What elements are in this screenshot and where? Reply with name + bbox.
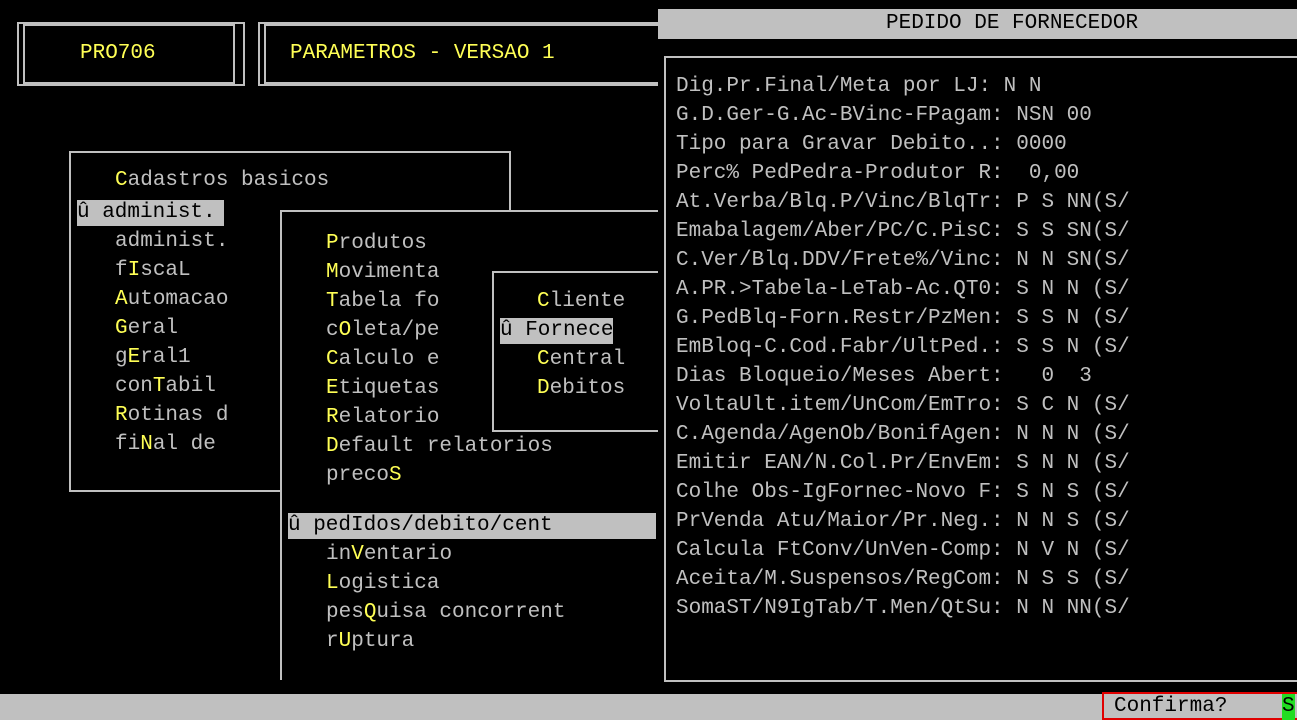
param-value[interactable]: N S S (S/	[1004, 568, 1129, 591]
menu-item-geral[interactable]: Geral	[115, 316, 178, 342]
param-label: Dias Bloqueio/Meses Abert:	[676, 365, 1004, 388]
param-value[interactable]: S S N (S/	[1004, 336, 1129, 359]
param-label: PrVenda Atu/Maior/Pr.Neg.:	[676, 510, 1004, 533]
param-value[interactable]: S S SN(S/	[1004, 220, 1129, 243]
third-item-central[interactable]: Central	[537, 347, 625, 373]
param-row: C.Ver/Blq.DDV/Frete%/Vinc: N N SN(S/	[676, 248, 1130, 274]
param-label: Aceita/M.Suspensos/RegCom:	[676, 568, 1004, 591]
menu-item-cadastros[interactable]: Cadastros basicos	[115, 168, 329, 194]
param-value[interactable]: N V N (S/	[1004, 539, 1129, 562]
sub-item-ruptura[interactable]: rUptura	[326, 629, 414, 655]
confirm-input[interactable]: S	[1282, 694, 1295, 720]
param-row: EmBloq-C.Cod.Fabr/UltPed.: S S N (S/	[676, 335, 1130, 361]
param-row: Dig.Pr.Final/Meta por LJ: N N	[676, 74, 1041, 100]
sub-item-calculo[interactable]: Calculo e	[326, 347, 439, 373]
param-row: Emabalagem/Aber/PC/C.PisC: S S SN(S/	[676, 219, 1130, 245]
confirm-box: Confirma? S	[1102, 692, 1297, 720]
param-row: Perc% PedPedra-Produtor R: 0,00	[676, 161, 1079, 187]
param-label: C.Agenda/AgenOb/BonifAgen:	[676, 423, 1004, 446]
param-label: A.PR.>Tabela-LeTab-Ac.QT0:	[676, 278, 1004, 301]
param-row: Aceita/M.Suspensos/RegCom: N S S (S/	[676, 567, 1130, 593]
param-row: Emitir EAN/N.Col.Pr/EnvEm: S N N (S/	[676, 451, 1130, 477]
param-row: C.Agenda/AgenOb/BonifAgen: N N N (S/	[676, 422, 1130, 448]
param-label: Tipo para Gravar Debito..:	[676, 133, 1004, 156]
param-value[interactable]: S N N (S/	[1004, 278, 1129, 301]
param-row: VoltaUlt.item/UnCom/EmTro: S C N (S/	[676, 393, 1130, 419]
param-label: Colhe Obs-IgFornec-Novo F:	[676, 481, 1004, 504]
param-row: G.PedBlq-Forn.Restr/PzMen: S S N (S/	[676, 306, 1130, 332]
param-value[interactable]: N N SN(S/	[1004, 249, 1129, 272]
third-item-fornece-selected[interactable]: û Fornece	[500, 318, 614, 344]
param-label: VoltaUlt.item/UnCom/EmTro:	[676, 394, 1004, 417]
param-value[interactable]: N N	[991, 75, 1042, 98]
menu-item-administ-selected[interactable]: û administ.	[77, 200, 224, 226]
sub-item-relatorio[interactable]: Relatorio	[326, 405, 439, 431]
third-item-cliente[interactable]: Cliente	[537, 289, 625, 315]
sub-item-movimenta[interactable]: Movimenta	[326, 260, 439, 286]
param-value[interactable]: 0 3	[1004, 365, 1091, 388]
param-row: PrVenda Atu/Maior/Pr.Neg.: N N S (S/	[676, 509, 1130, 535]
window-title: PEDIDO DE FORNECEDOR	[886, 12, 1139, 35]
param-label: Dig.Pr.Final/Meta por LJ:	[676, 75, 992, 98]
param-label: Calcula FtConv/UnVen-Comp:	[676, 539, 1004, 562]
param-value[interactable]: N N S (S/	[1004, 510, 1129, 533]
sub-item-pesquisa[interactable]: pesQuisa concorrent	[326, 600, 565, 626]
param-value[interactable]: NSN 00	[1004, 104, 1092, 127]
param-label: EmBloq-C.Cod.Fabr/UltPed.:	[676, 336, 1004, 359]
sub-item-produtos[interactable]: Produtos	[326, 231, 427, 257]
module-title: PARAMETROS - VERSAO 1	[290, 42, 555, 65]
param-row: Calcula FtConv/UnVen-Comp: N V N (S/	[676, 538, 1130, 564]
menu-item-automacao[interactable]: Automacao	[115, 287, 228, 313]
param-row: Colhe Obs-IgFornec-Novo F: S N S (S/	[676, 480, 1130, 506]
menu-item-administ[interactable]: administ.	[115, 229, 228, 255]
param-value[interactable]: 0,00	[1004, 162, 1079, 185]
sub-item-coleta[interactable]: cOleta/pe	[326, 318, 439, 344]
param-label: SomaST/N9IgTab/T.Men/QtSu:	[676, 597, 1004, 620]
sub-item-default-relatorios[interactable]: Default relatorios	[326, 434, 553, 460]
param-row: G.D.Ger-G.Ac-BVinc-FPagam: NSN 00	[676, 103, 1092, 129]
param-value[interactable]: S N S (S/	[1004, 481, 1129, 504]
sub-item-pedidos-selected[interactable]: û pedIdos/debito/cent	[288, 513, 656, 539]
param-value[interactable]: N N N (S/	[1004, 423, 1129, 446]
param-label: G.D.Ger-G.Ac-BVinc-FPagam:	[676, 104, 1004, 127]
param-value[interactable]: P S NN(S/	[1004, 191, 1129, 214]
param-value[interactable]: S S N (S/	[1004, 307, 1129, 330]
sub-item-tabela[interactable]: Tabela fo	[326, 289, 439, 315]
param-label: G.PedBlq-Forn.Restr/PzMen:	[676, 307, 1004, 330]
menu-item-fiscal[interactable]: fIscaL	[115, 258, 191, 284]
program-code: PRO706	[80, 42, 156, 65]
menu-item-geral1[interactable]: gEral1	[115, 345, 191, 371]
param-value[interactable]: 0000	[1004, 133, 1066, 156]
sub-item-etiquetas[interactable]: Etiquetas	[326, 376, 439, 402]
param-row: Dias Bloqueio/Meses Abert: 0 3	[676, 364, 1092, 390]
third-item-debitos[interactable]: Debitos	[537, 376, 625, 402]
sub-item-inventario[interactable]: inVentario	[326, 542, 452, 568]
menu-item-rotinas[interactable]: Rotinas d	[115, 403, 228, 429]
param-label: Emabalagem/Aber/PC/C.PisC:	[676, 220, 1004, 243]
param-value[interactable]: N N NN(S/	[1004, 597, 1129, 620]
sub-item-precos[interactable]: precoS	[326, 463, 402, 489]
param-label: At.Verba/Blq.P/Vinc/BlqTr:	[676, 191, 1004, 214]
param-value[interactable]: S N N (S/	[1004, 452, 1129, 475]
confirm-prompt: Confirma?	[1114, 695, 1228, 718]
param-row: A.PR.>Tabela-LeTab-Ac.QT0: S N N (S/	[676, 277, 1130, 303]
param-row: Tipo para Gravar Debito..: 0000	[676, 132, 1067, 158]
param-label: C.Ver/Blq.DDV/Frete%/Vinc:	[676, 249, 1004, 272]
param-row: At.Verba/Blq.P/Vinc/BlqTr: P S NN(S/	[676, 190, 1130, 216]
param-row: SomaST/N9IgTab/T.Men/QtSu: N N NN(S/	[676, 596, 1130, 622]
menu-item-contabil[interactable]: conTabil	[115, 374, 216, 400]
window-title-bar: PEDIDO DE FORNECEDOR	[658, 9, 1297, 39]
sub-item-logistica[interactable]: Logistica	[326, 571, 439, 597]
param-label: Emitir EAN/N.Col.Pr/EnvEm:	[676, 452, 1004, 475]
menu-item-final[interactable]: fiNal de	[115, 432, 216, 458]
param-label: Perc% PedPedra-Produtor R:	[676, 162, 1004, 185]
param-value[interactable]: S C N (S/	[1004, 394, 1129, 417]
